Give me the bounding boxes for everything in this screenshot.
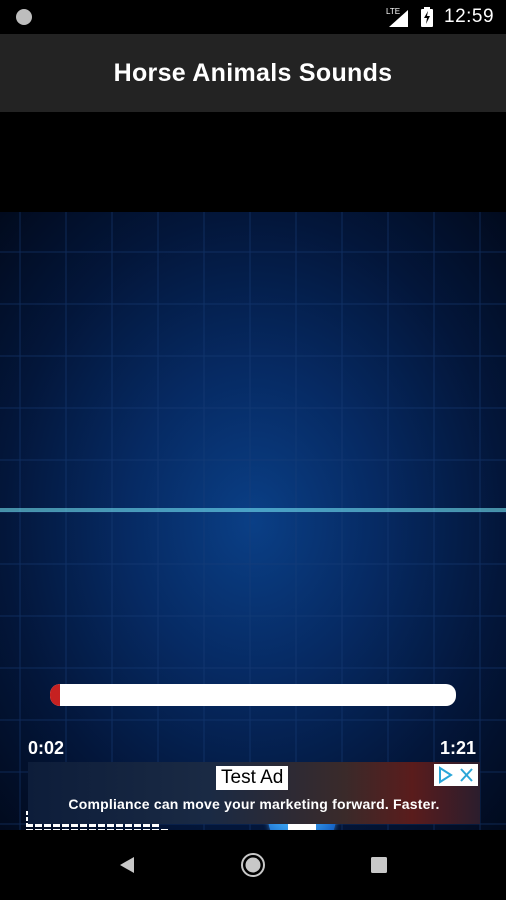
- ad-text: Compliance can move your marketing forwa…: [68, 796, 440, 812]
- progress-fill: [50, 684, 61, 706]
- ad-banner[interactable]: Test Ad Compliance can move your marketi…: [28, 762, 480, 824]
- lte-signal-icon: LTE: [386, 7, 408, 27]
- svg-text:LTE: LTE: [386, 7, 400, 16]
- navigation-bar: [0, 830, 506, 900]
- progress-bar[interactable]: [50, 684, 456, 706]
- current-time: 0:02: [28, 738, 65, 758]
- circle-notification-icon: [16, 9, 32, 25]
- adchoices-icon[interactable]: [434, 764, 478, 786]
- total-time: 1:21: [439, 738, 476, 758]
- back-icon[interactable]: [118, 855, 136, 875]
- player-area: 0:02 1:21: [0, 112, 506, 830]
- app-toolbar: Horse Animals Sounds: [0, 34, 506, 112]
- battery-charging-icon: [421, 7, 433, 27]
- ad-label: Test Ad: [216, 766, 289, 790]
- status-time: 12:59: [444, 6, 495, 27]
- status-bar: LTE 12:59: [0, 0, 506, 34]
- page-title: Horse Animals Sounds: [113, 58, 393, 87]
- sound-waveform-image: [0, 212, 506, 830]
- app-screen: LTE 12:59 Horse Animals Sounds 0:02 1:21…: [0, 0, 506, 900]
- home-icon[interactable]: [240, 852, 266, 878]
- recents-icon[interactable]: [371, 857, 387, 873]
